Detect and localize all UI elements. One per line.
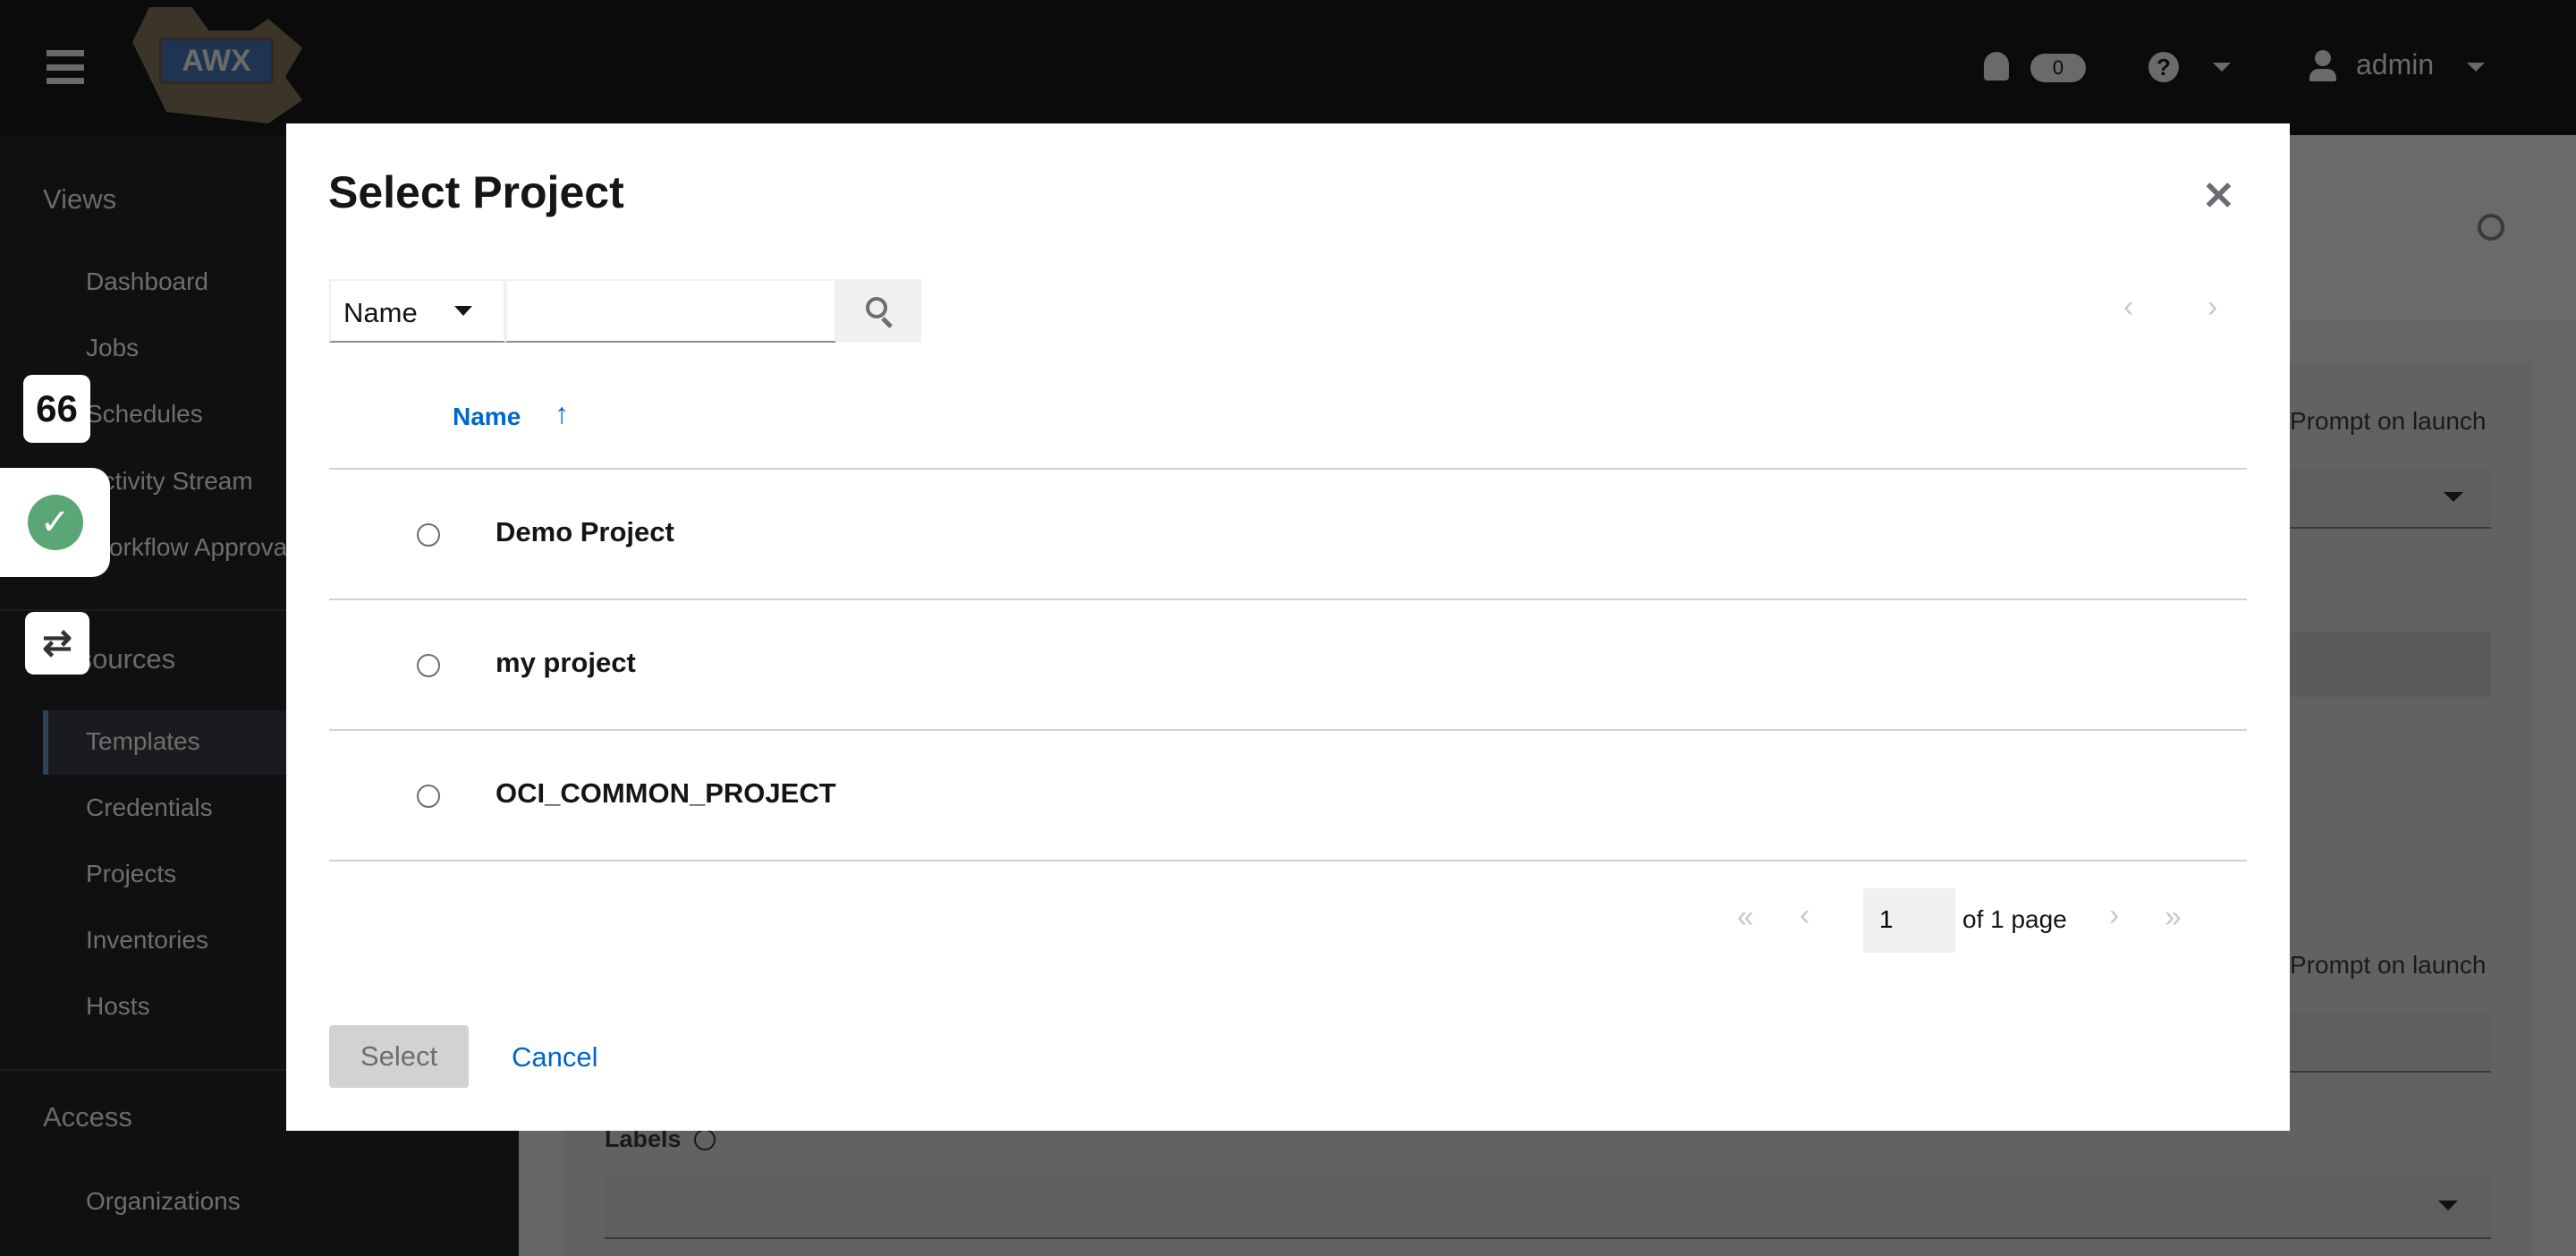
sort-ascending-icon[interactable]: ↑ bbox=[555, 397, 569, 430]
user-menu[interactable]: admin bbox=[2356, 48, 2434, 81]
row-radio[interactable] bbox=[417, 654, 440, 677]
user-caret-icon[interactable] bbox=[2467, 63, 2485, 81]
success-widget[interactable]: ✓ bbox=[0, 468, 110, 577]
bell-icon[interactable] bbox=[1984, 52, 2009, 81]
column-header-name[interactable]: Name bbox=[453, 403, 521, 431]
select-project-modal: Select Project ✕ Name ‹ › Name ↑ Demo Pr… bbox=[286, 123, 2290, 1131]
background-field bbox=[2290, 1012, 2491, 1073]
swap-arrows-icon[interactable]: ⇄ bbox=[25, 612, 89, 675]
page-number-input[interactable] bbox=[1863, 888, 1955, 953]
project-name: Demo Project bbox=[496, 516, 674, 547]
hamburger-menu-icon[interactable] bbox=[47, 50, 84, 84]
project-name: my project bbox=[496, 647, 636, 678]
select-button[interactable]: Select bbox=[329, 1025, 469, 1088]
user-icon bbox=[2309, 50, 2336, 82]
close-icon[interactable]: ✕ bbox=[2202, 174, 2235, 219]
last-page-icon[interactable]: » bbox=[2165, 900, 2182, 935]
sidebar-section-access[interactable]: Access bbox=[43, 1101, 132, 1133]
labels-select bbox=[605, 1176, 2491, 1239]
sidebar-item-templates[interactable]: Templates bbox=[86, 727, 200, 756]
sidebar-item-activity-stream[interactable]: Activity Stream bbox=[86, 467, 253, 496]
table-row[interactable]: Demo Project bbox=[329, 470, 2247, 600]
page-count-text: of 1 page bbox=[1962, 905, 2067, 933]
prev-page-icon[interactable]: ‹ bbox=[2123, 290, 2133, 325]
sidebar-item-inventories[interactable]: Inventories bbox=[86, 926, 208, 955]
search-button[interactable] bbox=[836, 279, 921, 343]
cancel-button[interactable]: Cancel bbox=[512, 1041, 598, 1074]
sidebar-item-schedules[interactable]: Schedules bbox=[86, 400, 203, 429]
modal-title: Select Project bbox=[328, 167, 624, 217]
history-icon[interactable] bbox=[2478, 214, 2504, 241]
sidebar-item-dashboard[interactable]: Dashboard bbox=[86, 267, 208, 296]
help-icon[interactable]: ? bbox=[2148, 52, 2179, 82]
search-field-select[interactable]: Name bbox=[329, 279, 505, 343]
counter-widget[interactable]: 66 bbox=[23, 375, 90, 443]
help-caret-icon[interactable] bbox=[2213, 63, 2231, 81]
check-circle-icon: ✓ bbox=[27, 495, 83, 550]
first-page-icon[interactable]: « bbox=[1737, 900, 1754, 935]
sidebar-item-projects[interactable]: Projects bbox=[86, 860, 176, 888]
table-row[interactable]: my project bbox=[329, 600, 2247, 731]
table-row[interactable]: OCI_COMMON_PROJECT bbox=[329, 731, 2247, 861]
caret-down-icon bbox=[454, 306, 472, 325]
row-radio[interactable] bbox=[417, 785, 440, 808]
search-field-label: Name bbox=[343, 297, 418, 328]
sidebar-item-credentials[interactable]: Credentials bbox=[86, 793, 213, 822]
caret-down-icon bbox=[2444, 492, 2463, 512]
prompt-on-launch-label: Prompt on launch bbox=[2290, 951, 2487, 979]
help-icon bbox=[694, 1129, 716, 1150]
row-radio[interactable] bbox=[417, 523, 440, 547]
top-header: AWX 0 ? admin bbox=[0, 0, 2576, 135]
sidebar-item-organizations[interactable]: Organizations bbox=[86, 1187, 241, 1216]
next-page-icon[interactable]: › bbox=[2109, 898, 2119, 933]
next-page-icon[interactable]: › bbox=[2207, 290, 2217, 325]
project-name: OCI_COMMON_PROJECT bbox=[496, 777, 836, 809]
awx-logo[interactable]: AWX bbox=[132, 7, 302, 123]
prev-page-icon[interactable]: ‹ bbox=[1800, 898, 1809, 933]
caret-down-icon bbox=[2438, 1201, 2458, 1220]
notification-badge[interactable]: 0 bbox=[2030, 54, 2086, 82]
sidebar-item-hosts[interactable]: Hosts bbox=[86, 992, 150, 1021]
sidebar-section-views[interactable]: Views bbox=[43, 183, 116, 216]
sidebar-item-workflow-approvals[interactable]: Workflow Approvals bbox=[86, 533, 305, 562]
background-field bbox=[2290, 632, 2491, 697]
sidebar-item-jobs[interactable]: Jobs bbox=[86, 334, 139, 362]
search-icon bbox=[866, 297, 887, 318]
prompt-on-launch-label: Prompt on launch bbox=[2290, 407, 2487, 435]
search-input[interactable] bbox=[505, 279, 836, 343]
